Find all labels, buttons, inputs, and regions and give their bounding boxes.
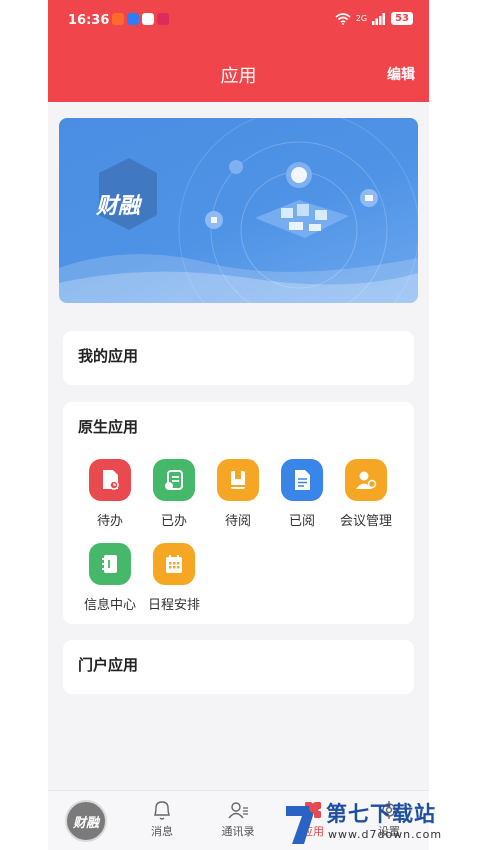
banner-logo-text: 财融 [96, 194, 141, 219]
video-app-icon [112, 13, 124, 25]
app-item-schedule[interactable]: 日程安排 [142, 543, 206, 613]
my-apps-title: 我的应用 [78, 347, 139, 365]
tab-contacts[interactable]: 通讯录 [208, 797, 268, 839]
tab-messages[interactable]: 消息 [132, 797, 192, 839]
contacts-icon [208, 797, 268, 823]
page-title: 应用 [220, 66, 257, 87]
battery-indicator: 53 [391, 12, 413, 25]
my-apps-card: 我的应用 [63, 331, 414, 385]
portal-apps-card: 门户应用 [63, 640, 414, 694]
avatar[interactable]: 财融 [65, 800, 107, 842]
tab-label: 通讯录 [221, 825, 255, 838]
music-app-icon [157, 13, 169, 25]
info-book-icon [89, 543, 131, 585]
gallery-app-icon [142, 13, 154, 25]
unread-book-icon [217, 459, 259, 501]
app-item-pending[interactable]: 待办 [78, 459, 142, 529]
status-notification-icons [112, 13, 169, 25]
read-doc-icon [281, 459, 323, 501]
status-bar: 16:36 2G 53 [48, 0, 429, 40]
app-header: 应用 编辑 [48, 40, 429, 102]
meeting-icon [345, 459, 387, 501]
tab-label: 消息 [151, 825, 173, 838]
status-time: 16:36 [68, 13, 110, 28]
native-apps-title: 原生应用 [78, 418, 139, 436]
pending-doc-icon [89, 459, 131, 501]
watermark-url: www.d7down.com [328, 828, 443, 841]
app-label: 会议管理 [339, 514, 392, 529]
app-label: 待办 [96, 514, 123, 529]
phone-screen: 16:36 2G 53 应用 编辑 财融 我的应用 原生应用 待办 已办 待阅 … [48, 0, 429, 850]
app-item-read[interactable]: 已阅 [270, 459, 334, 529]
network-type: 2G [355, 14, 368, 23]
edit-button[interactable]: 编辑 [387, 64, 415, 84]
app-item-info-center[interactable]: 信息中心 [78, 543, 142, 613]
app-label: 待阅 [224, 514, 251, 529]
banner[interactable]: 财融 [59, 118, 418, 303]
app-label: 已阅 [288, 514, 315, 529]
bell-icon [132, 797, 192, 823]
signal-icon [372, 12, 386, 25]
site-watermark: 第七下载站 www.d7down.com [282, 798, 477, 850]
app-item-unread[interactable]: 待阅 [206, 459, 270, 529]
app-label: 日程安排 [147, 598, 200, 613]
portal-apps-title: 门户应用 [78, 656, 139, 674]
app-item-meeting[interactable]: 会议管理 [334, 459, 398, 529]
status-indicators: 2G 53 [335, 12, 413, 25]
done-doc-icon [153, 459, 195, 501]
chat-app-icon [127, 13, 139, 25]
calendar-icon [153, 543, 195, 585]
watermark-name: 第七下载站 [326, 802, 436, 826]
watermark-logo-icon [286, 803, 319, 844]
native-apps-card: 原生应用 待办 已办 待阅 已阅 会议管理 信息中心 日程安排 [63, 402, 414, 624]
wifi-icon [335, 12, 351, 25]
app-label: 已办 [160, 514, 187, 529]
app-item-done[interactable]: 已办 [142, 459, 206, 529]
app-label: 信息中心 [83, 598, 136, 613]
